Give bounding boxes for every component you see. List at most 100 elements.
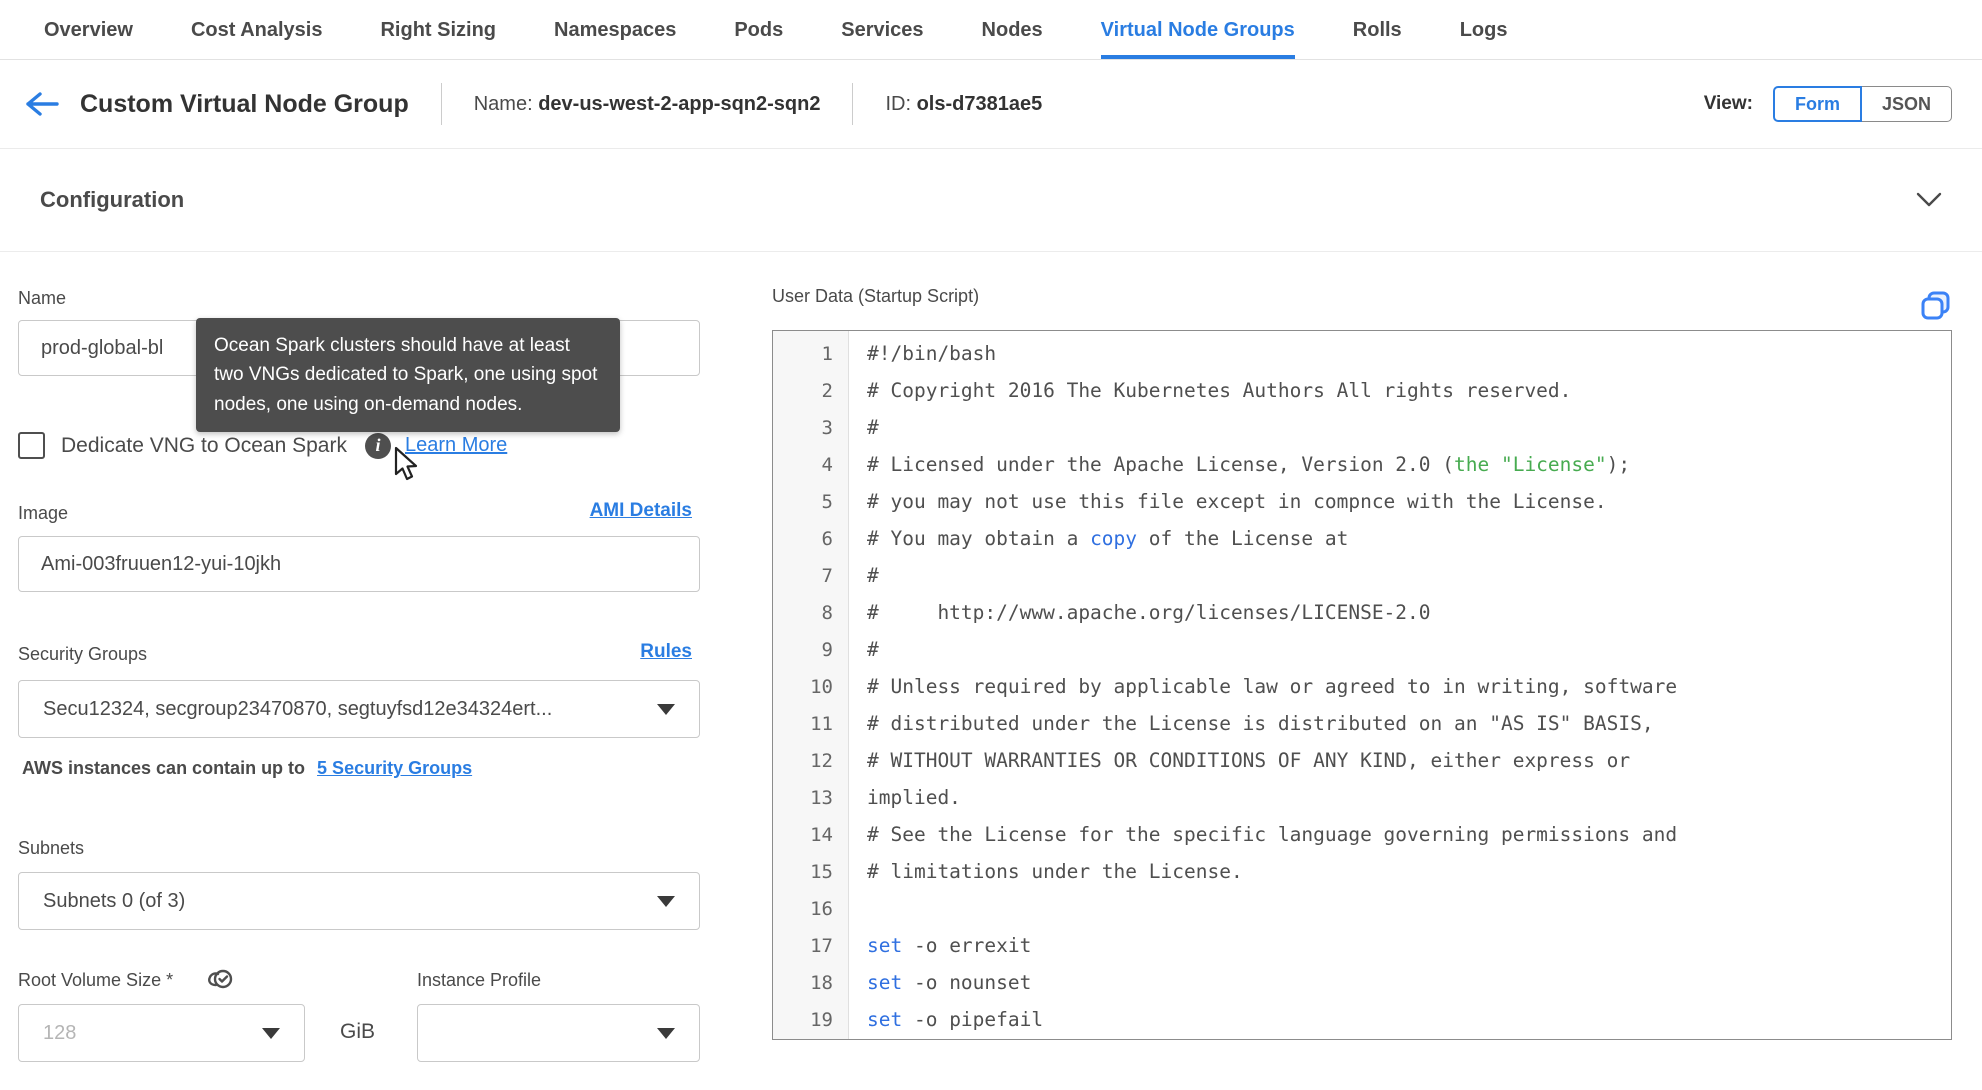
- root-volume-size-dropdown[interactable]: 128: [18, 1004, 305, 1062]
- line-number: 2: [821, 379, 833, 402]
- learn-more-link[interactable]: Learn More: [405, 434, 507, 457]
- divider: [852, 83, 854, 125]
- code-line: 16: [773, 890, 1951, 927]
- subnets-dropdown[interactable]: Subnets 0 (of 3): [18, 872, 700, 930]
- line-number: 14: [810, 823, 833, 846]
- code-line: 6 # You may obtain a copy of the License …: [773, 520, 1951, 557]
- code-line: 8 # http://www.apache.org/licenses/LICENS…: [773, 594, 1951, 631]
- dedicate-vng-checkbox[interactable]: [18, 432, 45, 459]
- name-label: Name: [18, 288, 67, 308]
- vng-name: Name: dev-us-west-2-app-sqn2-sqn2: [473, 92, 821, 115]
- instance-profile-dropdown[interactable]: [417, 1004, 700, 1062]
- line-number: 5: [821, 490, 833, 513]
- rules-link[interactable]: Rules: [640, 641, 692, 663]
- security-groups-label: Security Groups: [18, 644, 148, 664]
- line-number: 4: [821, 453, 833, 476]
- code-line: 11 # distributed under the License is dis…: [773, 705, 1951, 742]
- user-data-label: User Data (Startup Script): [772, 286, 980, 306]
- line-number: 11: [810, 712, 833, 735]
- code-text: # you may not use this file except in co…: [867, 490, 1607, 513]
- tab-overview[interactable]: Overview: [44, 0, 133, 59]
- subnets-label: Subnets: [18, 838, 85, 858]
- info-icon[interactable]: i: [364, 432, 391, 459]
- five-security-groups-link[interactable]: 5 Security Groups: [317, 758, 472, 779]
- line-number: 15: [810, 860, 833, 883]
- view-form-button[interactable]: Form: [1772, 86, 1862, 122]
- code-text: # You may obtain a copy of the License a…: [867, 527, 1349, 550]
- ami-details-link[interactable]: AMI Details: [590, 500, 692, 522]
- line-number: 6: [821, 527, 833, 550]
- security-groups-dropdown[interactable]: Secu12324, secgroup23470870, segtuyfsd12…: [18, 680, 700, 738]
- tab-virtual-node-groups[interactable]: Virtual Node Groups: [1100, 0, 1295, 59]
- code-text: #: [867, 638, 879, 661]
- code-line: 5 # you may not use this file except in c…: [773, 483, 1951, 520]
- page-title: Custom Virtual Node Group: [80, 89, 409, 118]
- gib-unit-label: GiB: [340, 1020, 376, 1043]
- line-number: 9: [821, 638, 833, 661]
- back-arrow-icon[interactable]: [24, 90, 60, 118]
- code-text: # limitations under the License.: [867, 860, 1243, 883]
- code-text: # http://www.apache.org/licenses/LICENSE…: [867, 601, 1431, 624]
- code-text: #: [867, 564, 879, 587]
- tab-rolls[interactable]: Rolls: [1353, 0, 1402, 59]
- image-input[interactable]: [18, 536, 700, 592]
- code-line: 13 implied.: [773, 779, 1951, 816]
- divider: [440, 83, 442, 125]
- code-line: 14 # See the License for the specific lan…: [773, 816, 1951, 853]
- code-line: 2 # Copyright 2016 The Kubernetes Authors…: [773, 372, 1951, 409]
- dedicate-vng-label: Dedicate VNG to Ocean Spark: [61, 433, 347, 457]
- dedicate-vng-row: Dedicate VNG to Ocean Spark i Learn More: [18, 432, 507, 459]
- code-text: # distributed under the License is distr…: [867, 712, 1654, 735]
- code-text: # Licensed under the Apache License, Ver…: [867, 453, 1631, 476]
- code-line: 15 # limitations under the License.: [773, 853, 1951, 890]
- line-number: 19: [810, 1008, 833, 1031]
- code-text: # See the License for the specific langu…: [867, 823, 1678, 846]
- chevron-down-icon[interactable]: [1916, 192, 1942, 208]
- instance-profile-label: Instance Profile: [417, 970, 542, 990]
- tab-logs[interactable]: Logs: [1460, 0, 1508, 59]
- code-line: 17 set -o errexit: [773, 927, 1951, 964]
- tab-pods[interactable]: Pods: [734, 0, 783, 59]
- code-text: implied.: [867, 786, 961, 809]
- code-text: #!/bin/bash: [867, 342, 997, 365]
- image-label: Image: [18, 503, 69, 523]
- code-text: #: [867, 416, 879, 439]
- link-check-icon: [208, 969, 233, 989]
- configuration-header[interactable]: Configuration: [0, 149, 1982, 252]
- code-text: # WITHOUT WARRANTIES OR CONDITIONS OF AN…: [867, 749, 1631, 772]
- view-json-button[interactable]: JSON: [1861, 86, 1952, 122]
- code-line: 12 # WITHOUT WARRANTIES OR CONDITIONS OF …: [773, 742, 1951, 779]
- page: Overview Cost Analysis Right Sizing Namespa…: [0, 0, 1982, 1090]
- code-line: 7 #: [773, 557, 1951, 594]
- line-number: 13: [810, 786, 833, 809]
- security-groups-helper: AWS instances can contain up to 5 Securi…: [22, 758, 473, 779]
- code-line: 18 set -o nounset: [773, 964, 1951, 1001]
- line-number: 17: [810, 934, 833, 957]
- tab-right-sizing[interactable]: Right Sizing: [380, 0, 496, 59]
- code-text: set -o nounset: [867, 971, 1032, 994]
- code-line: 19 set -o pipefail: [773, 1001, 1951, 1038]
- copy-icon[interactable]: [1918, 288, 1954, 324]
- tab-namespaces[interactable]: Namespaces: [554, 0, 676, 59]
- line-number: 16: [810, 897, 833, 920]
- tab-services[interactable]: Services: [841, 0, 923, 59]
- caret-down-icon: [657, 703, 675, 715]
- line-number: 18: [810, 971, 833, 994]
- page-header: Custom Virtual Node Group Name: dev-us-w…: [0, 60, 1982, 149]
- line-number: 3: [821, 416, 833, 439]
- line-number: 10: [810, 675, 833, 698]
- user-data-code-editor[interactable]: 1 #!/bin/bash 2 # Copyright 2016 The Kubern…: [772, 330, 1952, 1040]
- code-text: set -o pipefail: [867, 1008, 1044, 1031]
- vng-id: ID: ols-d7381ae5: [885, 92, 1043, 115]
- root-volume-size-label: Root Volume Size *: [18, 970, 174, 990]
- code-text: # Unless required by applicable law or a…: [867, 675, 1678, 698]
- tab-nodes[interactable]: Nodes: [982, 0, 1043, 59]
- caret-down-icon: [262, 1027, 280, 1039]
- code-text: set -o errexit: [867, 934, 1032, 957]
- line-number: 12: [810, 749, 833, 772]
- tab-cost-analysis[interactable]: Cost Analysis: [191, 0, 323, 59]
- code-line: 9 #: [773, 631, 1951, 668]
- view-label: View:: [1703, 93, 1753, 114]
- caret-down-icon: [657, 895, 675, 907]
- code-text: # Copyright 2016 The Kubernetes Authors …: [867, 379, 1572, 402]
